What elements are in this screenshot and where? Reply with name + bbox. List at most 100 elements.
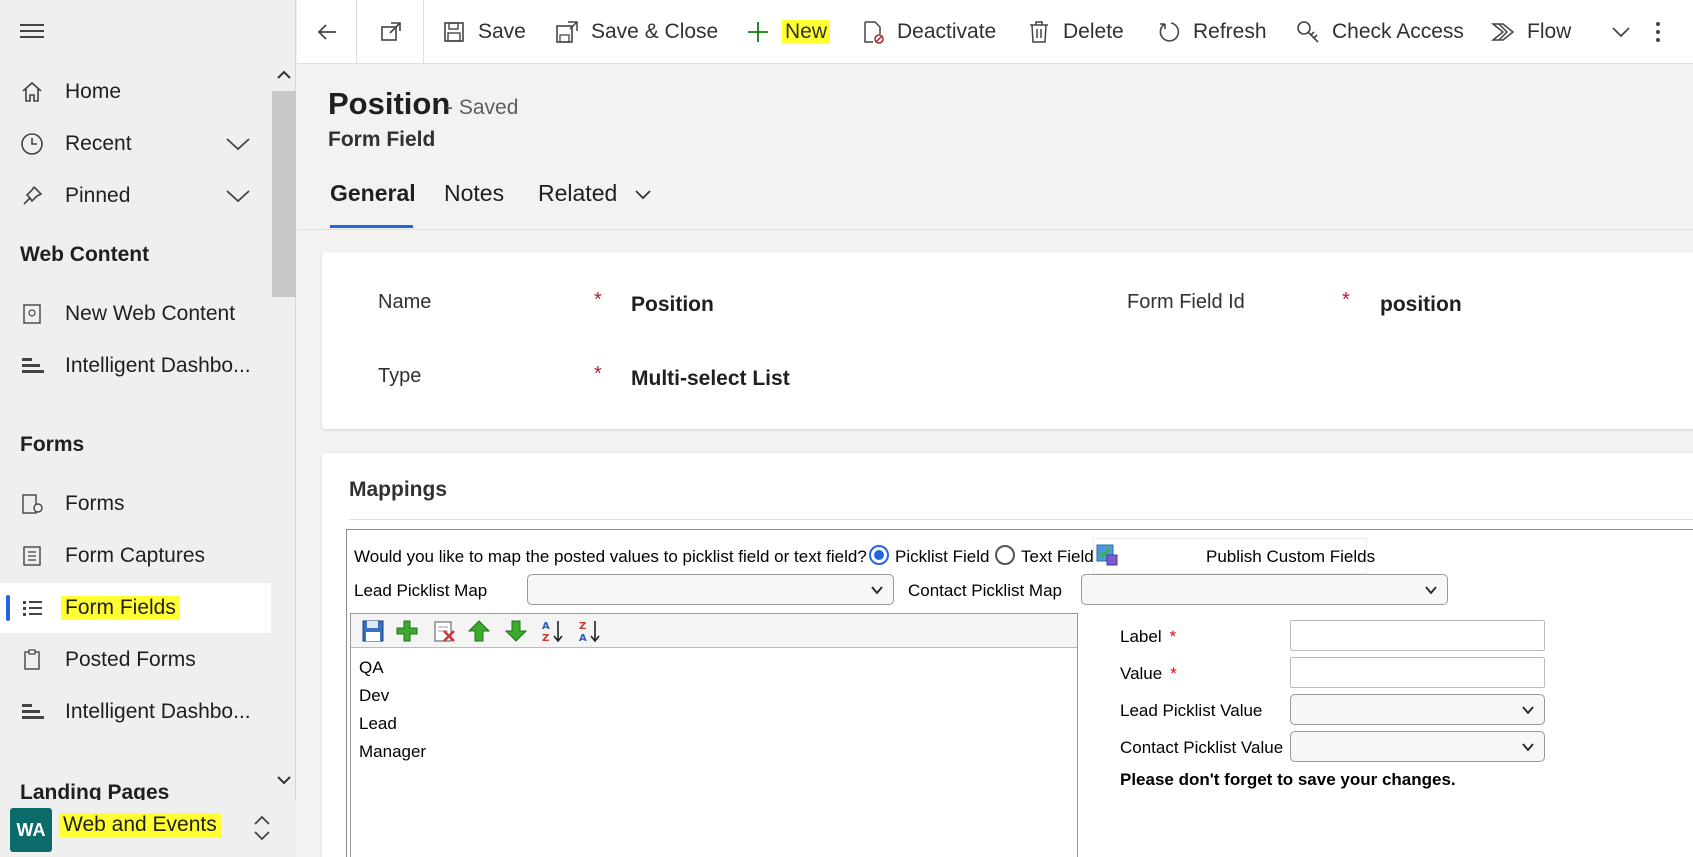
command-bar: Save Save & Close New Deactivate Delete … — [297, 0, 1693, 64]
general-section-card — [322, 252, 1693, 429]
mapping-question: Would you like to map the posted values … — [354, 547, 867, 566]
sidebar-item-home[interactable]: Home — [0, 67, 271, 117]
sidebar-item-intelligent-dashboard[interactable]: Intelligent Dashbo... — [0, 341, 271, 391]
list-item[interactable]: Lead — [359, 714, 397, 734]
sidebar-item-label: Intelligent Dashbo... — [65, 700, 251, 723]
lead-picklist-value-label: Lead Picklist Value — [1120, 701, 1263, 720]
form-capture-icon — [20, 544, 44, 568]
open-new-window-button[interactable] — [379, 0, 415, 64]
back-arrow-icon — [317, 24, 336, 40]
save-icon[interactable] — [361, 619, 385, 643]
record-title: Position — [328, 86, 451, 121]
plus-icon — [748, 22, 768, 42]
new-label: New — [782, 20, 831, 44]
key-icon — [1297, 21, 1319, 43]
text-field-radio[interactable] — [995, 545, 1015, 565]
check-access-button[interactable]: Check Access — [1296, 0, 1464, 64]
option-value-input[interactable] — [1290, 657, 1545, 688]
sidebar-item-new-web-content[interactable]: New Web Content — [0, 289, 271, 339]
delete-label: Delete — [1063, 20, 1124, 43]
contact-picklist-map-select[interactable] — [1081, 574, 1448, 605]
back-button[interactable] — [315, 0, 351, 64]
section-divider — [349, 519, 1693, 520]
sidebar-item-intelligent-dashboard-2[interactable]: Intelligent Dashbo... — [0, 687, 271, 737]
dashboard-bars-icon — [20, 700, 44, 724]
chevron-down-icon[interactable] — [224, 184, 252, 208]
tab-related[interactable]: Related — [538, 180, 652, 207]
list-item[interactable]: Manager — [359, 742, 426, 762]
tab-notes[interactable]: Notes — [444, 180, 504, 207]
move-up-icon[interactable] — [467, 619, 491, 643]
flow-button[interactable]: Flow — [1491, 0, 1643, 64]
sidebar-item-posted-forms[interactable]: Posted Forms — [0, 635, 271, 685]
home-icon — [20, 80, 44, 104]
deactivate-icon — [864, 21, 884, 44]
add-icon[interactable] — [395, 619, 419, 643]
new-button[interactable]: New — [746, 0, 831, 64]
more-commands-button[interactable] — [1655, 0, 1673, 64]
save-button[interactable]: Save — [442, 0, 526, 64]
lead-picklist-value-select[interactable] — [1290, 694, 1545, 725]
flow-label: Flow — [1527, 20, 1572, 43]
refresh-button[interactable]: Refresh — [1157, 0, 1267, 64]
lead-picklist-map-select[interactable] — [527, 574, 894, 605]
deactivate-button[interactable]: Deactivate — [861, 0, 996, 64]
sidebar-item-pinned[interactable]: Pinned — [0, 171, 271, 221]
save-status: - Saved — [446, 96, 519, 119]
delete-item-icon[interactable] — [432, 619, 456, 643]
list-icon — [20, 596, 44, 620]
area-avatar: WA — [10, 808, 52, 852]
picklist-field-radio[interactable] — [869, 545, 889, 565]
pin-icon — [20, 184, 44, 208]
chevron-down-icon[interactable] — [1611, 26, 1631, 38]
clock-icon — [20, 132, 44, 156]
chevron-down-icon[interactable] — [224, 132, 252, 156]
name-field-label: Name — [378, 291, 432, 313]
required-indicator: * — [1169, 627, 1177, 646]
sidebar-group-web-content: Web Content — [20, 243, 150, 266]
type-field-label: Type — [378, 365, 422, 387]
area-switch-chevrons-icon[interactable] — [252, 813, 272, 843]
sidebar-item-label: New Web Content — [65, 302, 236, 325]
deactivate-label: Deactivate — [897, 20, 997, 43]
option-label-input[interactable] — [1290, 620, 1545, 651]
picklist-options-list[interactable]: AZ ZA QA Dev Lead Manager — [350, 613, 1078, 857]
lead-picklist-map-label: Lead Picklist Map — [354, 581, 488, 600]
save-icon — [444, 22, 464, 42]
svg-text:A: A — [579, 633, 587, 643]
sidebar-group-forms: Forms — [20, 433, 85, 456]
move-down-icon[interactable] — [504, 619, 528, 643]
save-close-icon — [556, 21, 578, 43]
scroll-down-icon[interactable] — [276, 775, 292, 785]
active-tab-indicator — [330, 225, 413, 228]
tab-general[interactable]: General — [330, 180, 416, 207]
contact-picklist-value-select[interactable] — [1290, 731, 1545, 762]
dashboard-bars-icon — [20, 354, 44, 378]
save-label: Save — [478, 20, 526, 43]
scroll-up-icon[interactable] — [276, 70, 292, 80]
sidebar-scrollbar-thumb[interactable] — [272, 91, 296, 297]
name-field-value[interactable]: Position — [631, 293, 714, 317]
save-close-label: Save & Close — [591, 20, 719, 43]
web-content-icon — [20, 302, 44, 326]
save-reminder-note: Please don't forget to save your changes… — [1120, 770, 1456, 789]
sidebar-item-form-fields[interactable]: Form Fields — [0, 583, 271, 633]
list-item[interactable]: Dev — [359, 686, 389, 706]
area-name[interactable]: Web and Events — [59, 813, 221, 837]
type-field-value[interactable]: Multi-select List — [631, 367, 790, 391]
sort-descending-icon[interactable]: ZA — [578, 619, 602, 643]
sidebar-item-forms[interactable]: Forms — [0, 479, 271, 529]
form-field-id-value[interactable]: position — [1380, 293, 1462, 317]
sidebar-item-label: Pinned — [65, 184, 131, 207]
hamburger-menu-icon[interactable] — [20, 24, 44, 40]
sidebar-item-recent[interactable]: Recent — [0, 119, 271, 169]
list-item[interactable]: QA — [359, 658, 384, 678]
sidebar-item-label: Form Fields — [61, 596, 180, 620]
sidebar-item-form-captures[interactable]: Form Captures — [0, 531, 271, 581]
save-and-close-button[interactable]: Save & Close — [555, 0, 718, 64]
header-divider — [297, 229, 1693, 230]
delete-button[interactable]: Delete — [1027, 0, 1124, 64]
mappings-title: Mappings — [349, 478, 447, 501]
text-field-label: Text Field — [1021, 547, 1094, 566]
sort-ascending-icon[interactable]: AZ — [541, 619, 565, 643]
